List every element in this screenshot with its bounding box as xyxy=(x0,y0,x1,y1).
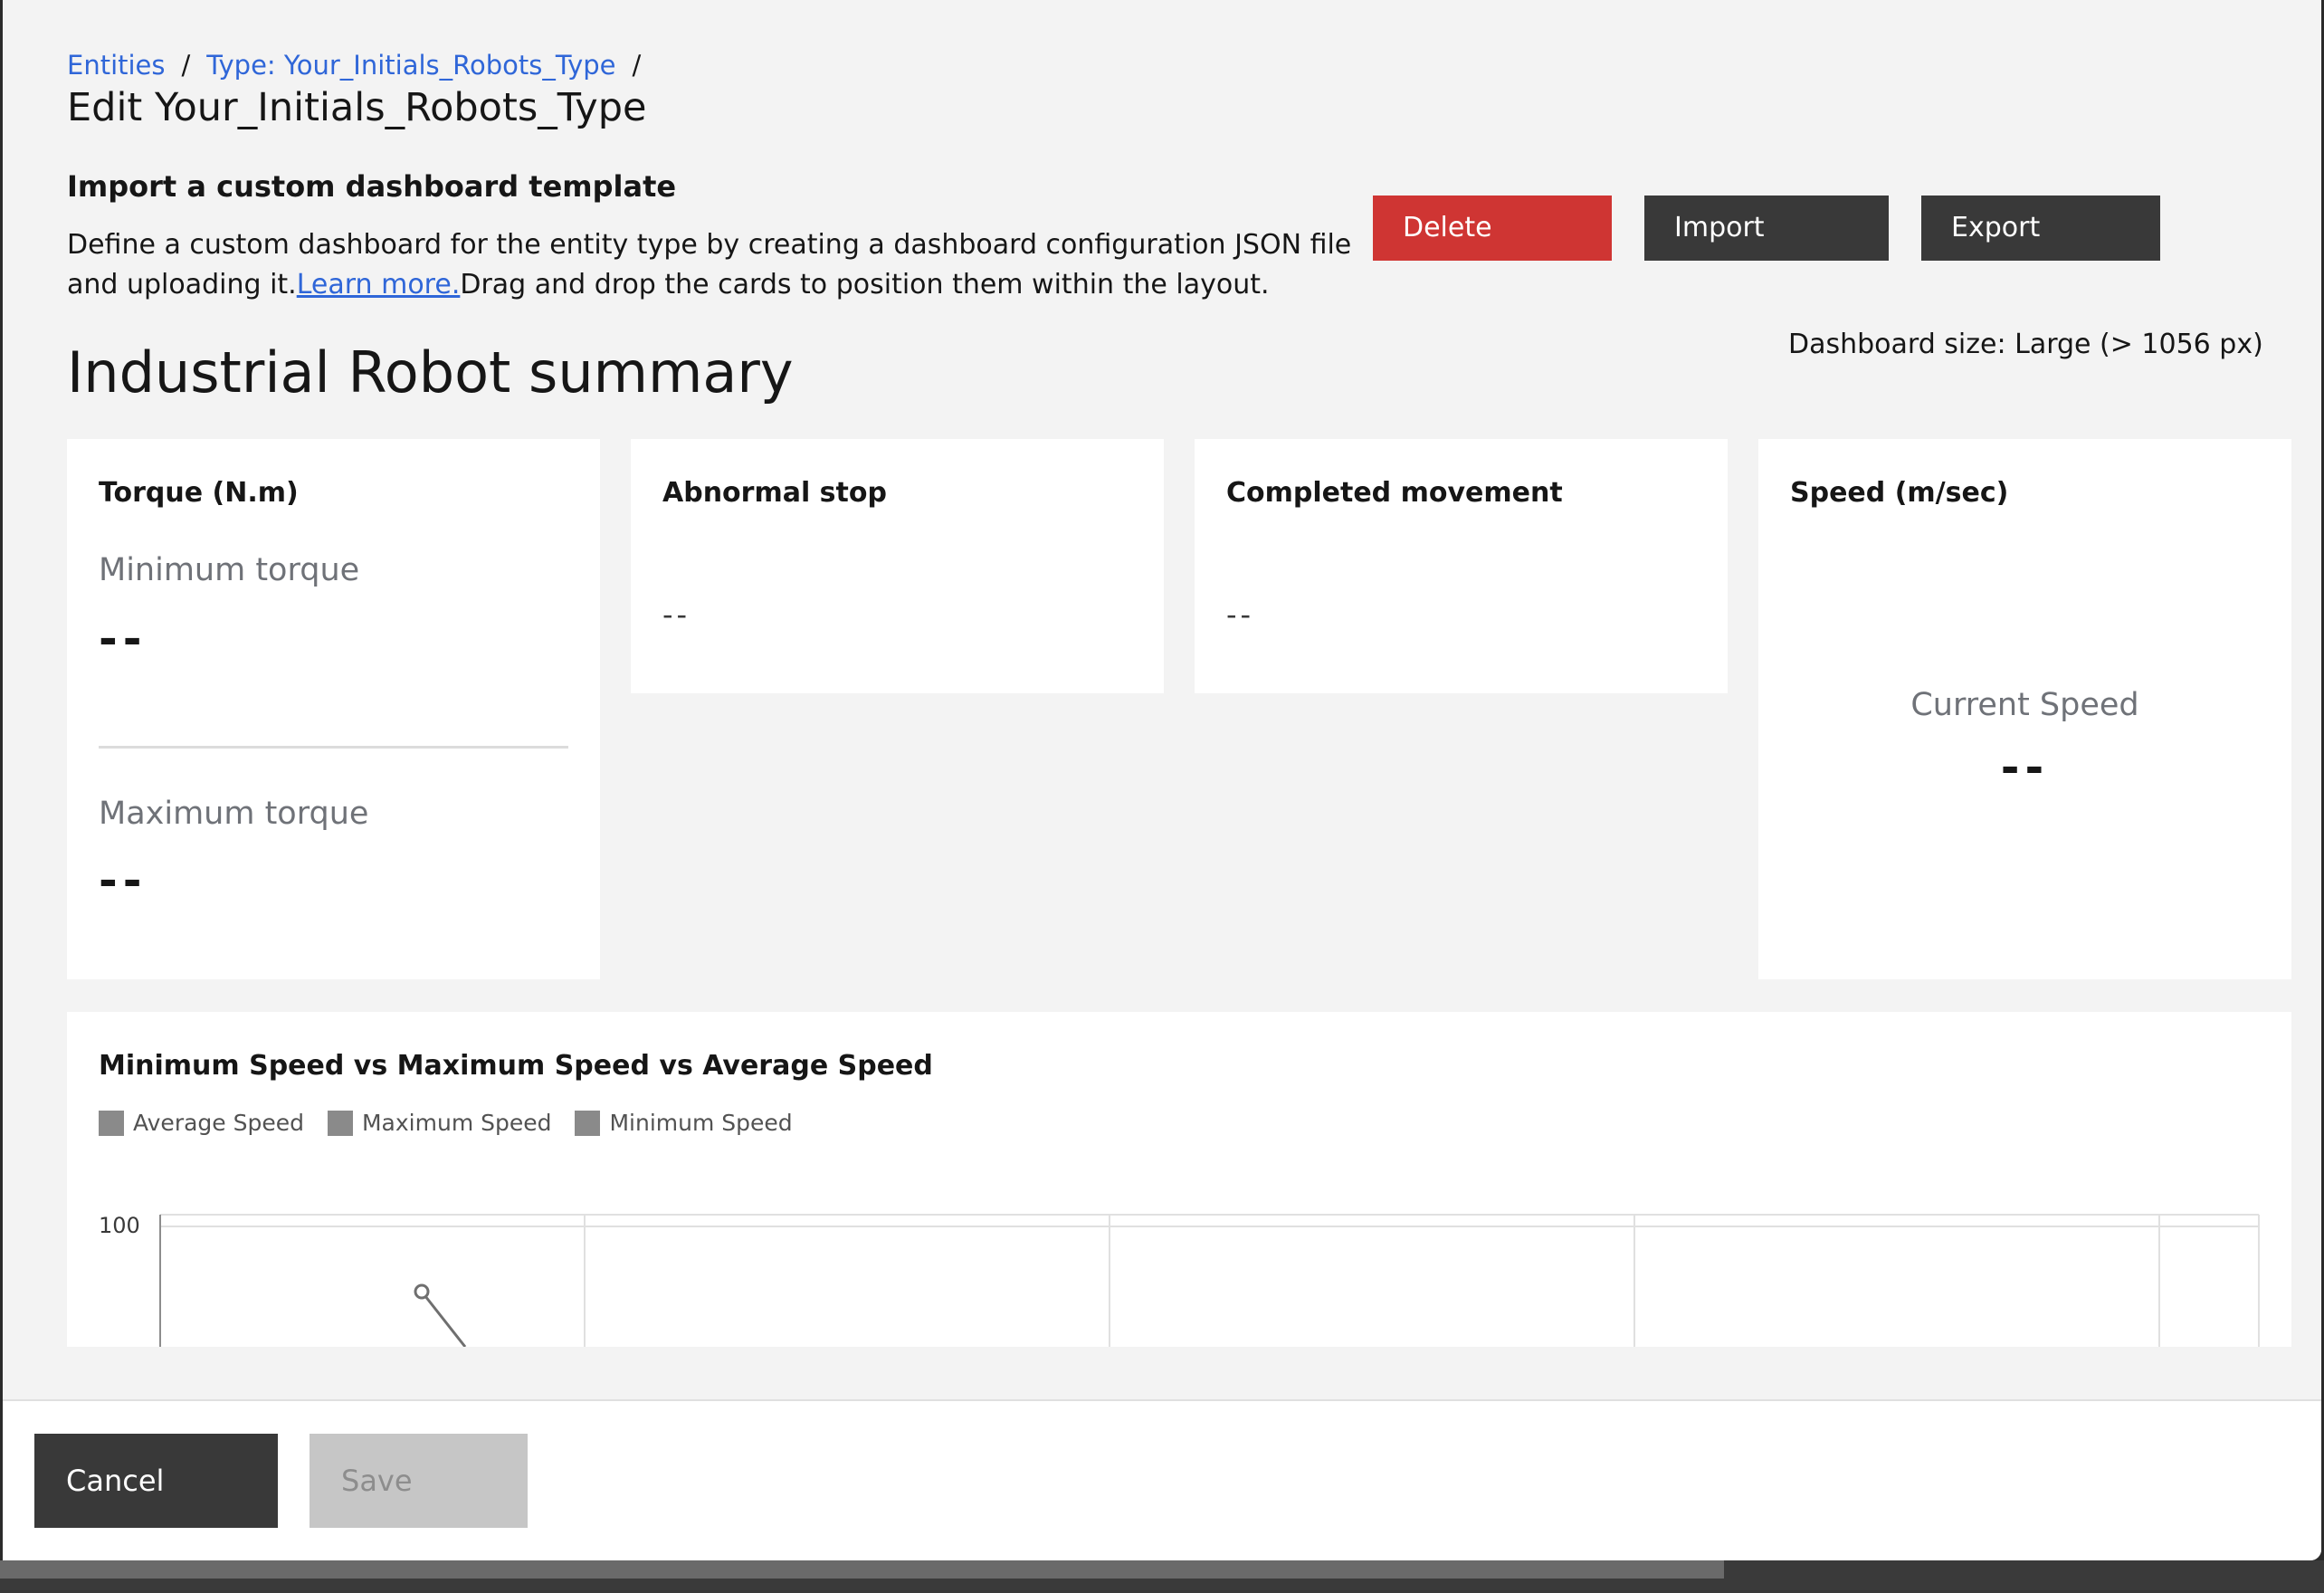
chart-plot: 100 xyxy=(99,1213,2260,1347)
cancel-button[interactable]: Cancel xyxy=(34,1434,278,1528)
max-torque-label: Maximum torque xyxy=(99,796,369,832)
learn-more-link[interactable]: Learn more. xyxy=(297,269,461,300)
scrollbar-track[interactable] xyxy=(0,1560,1724,1579)
export-button[interactable]: Export xyxy=(1921,196,2160,261)
current-speed-label: Current Speed xyxy=(1910,687,2139,723)
speed-card[interactable]: Speed (m/sec) Current Speed -- xyxy=(1758,439,2291,979)
current-speed-value: -- xyxy=(2000,741,2050,794)
min-torque-label: Minimum torque xyxy=(99,552,360,588)
card-title: Completed movement xyxy=(1226,477,1563,509)
abnormal-stop-value: -- xyxy=(662,597,691,632)
bottom-taskbar xyxy=(0,1560,2324,1593)
page-title: Edit Your_Initials_Robots_Type xyxy=(67,85,647,130)
completed-movement-value: -- xyxy=(1226,597,1255,632)
max-torque-value: -- xyxy=(99,854,148,907)
abnormal-stop-card[interactable]: Abnormal stop -- xyxy=(631,439,1164,693)
delete-button[interactable]: Delete xyxy=(1373,196,1612,261)
import-button[interactable]: Import xyxy=(1644,196,1889,261)
series-line xyxy=(420,1291,467,1347)
y-tick-label: 100 xyxy=(99,1213,140,1238)
breadcrumb-link-type[interactable]: Type: Your_Initials_Robots_Type xyxy=(206,47,615,83)
breadcrumb-separator: / xyxy=(181,50,191,81)
data-point[interactable] xyxy=(414,1283,430,1300)
torque-card[interactable]: Torque (N.m) Minimum torque -- Maximum t… xyxy=(67,439,600,979)
breadcrumb-separator: / xyxy=(632,50,642,81)
breadcrumb: Entities / Type: Your_Initials_Robots_Ty… xyxy=(67,47,657,83)
card-title: Torque (N.m) xyxy=(99,477,299,509)
min-torque-value: -- xyxy=(99,613,148,665)
completed-movement-card[interactable]: Completed movement -- xyxy=(1195,439,1728,693)
divider xyxy=(99,746,568,749)
speed-comparison-chart-card[interactable]: Minimum Speed vs Maximum Speed vs Averag… xyxy=(67,1012,2291,1347)
dashboard-title: Industrial Robot summary xyxy=(67,339,794,405)
dashboard-size-label: Dashboard size: Large (> 1056 px) xyxy=(1788,329,2263,360)
card-title: Abnormal stop xyxy=(662,477,887,509)
import-description: Define a custom dashboard for the entity… xyxy=(67,225,1352,305)
save-button[interactable]: Save xyxy=(310,1434,528,1528)
modal-footer: Cancel Save xyxy=(3,1399,2321,1560)
breadcrumb-link-entities[interactable]: Entities xyxy=(67,47,166,83)
edit-entity-type-modal: Entities / Type: Your_Initials_Robots_Ty… xyxy=(3,0,2321,1560)
import-section-heading: Import a custom dashboard template xyxy=(67,169,677,204)
card-title: Speed (m/sec) xyxy=(1790,477,2009,509)
description-text-after: Drag and drop the cards to position them… xyxy=(460,269,1270,300)
